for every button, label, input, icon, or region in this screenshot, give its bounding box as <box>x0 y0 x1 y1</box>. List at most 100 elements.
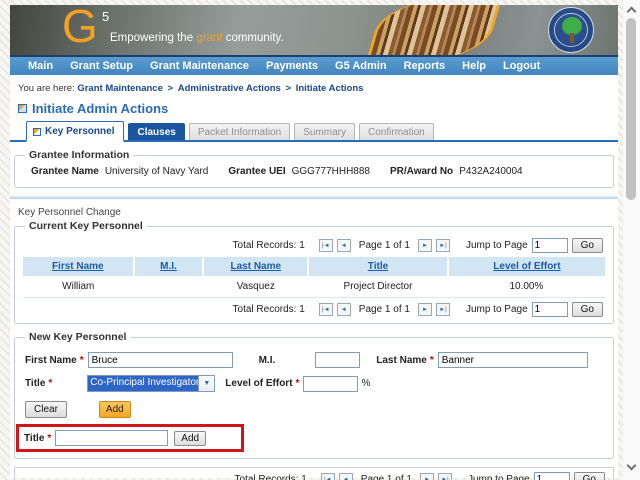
go-button[interactable]: Go <box>571 302 603 317</box>
add-button[interactable]: Add <box>98 401 131 418</box>
next-page-button[interactable]: ► <box>417 303 432 316</box>
breadcrumb-prefix: You are here: <box>18 83 75 94</box>
jump-to-page-label: Jump to Page <box>465 304 528 315</box>
seal-trunk <box>570 33 574 43</box>
prev-page-button[interactable]: ◄ <box>336 303 351 316</box>
page-scrollbar[interactable] <box>623 0 640 480</box>
next-page-button[interactable]: ► <box>417 239 432 252</box>
mi-label: M.I. <box>258 354 276 366</box>
main-navbar: Main Grant Setup Grant Maintenance Payme… <box>10 55 618 75</box>
nav-item-g5-admin[interactable]: G5 Admin <box>335 60 387 72</box>
scrollbar-thumb[interactable] <box>626 18 636 200</box>
breadcrumb-separator: > <box>285 83 292 94</box>
first-page-button[interactable]: |◄ <box>318 239 333 252</box>
scroll-down-icon[interactable] <box>626 460 637 471</box>
title-label: Title <box>25 378 46 389</box>
last-name-input[interactable] <box>437 352 588 368</box>
total-records-label: Total Records: 1 <box>234 474 307 480</box>
new-key-personnel-legend: New Key Personnel <box>29 331 127 343</box>
nav-item-help[interactable]: Help <box>462 60 486 72</box>
mi-input[interactable] <box>315 352 361 368</box>
required-asterisk: * <box>79 354 84 366</box>
page-title-icon <box>18 104 27 113</box>
page-indicator: Page 1 of 1 <box>358 304 410 315</box>
clear-button[interactable]: Clear <box>25 401 67 418</box>
last-page-button[interactable]: ►| <box>435 239 450 252</box>
column-header-title[interactable]: Title <box>368 261 388 272</box>
nav-item-grant-setup[interactable]: Grant Setup <box>70 60 133 72</box>
tab-key-personnel-icon <box>33 127 41 136</box>
pagination-bar: Total Records: 1 |◄ ◄ Page 1 of 1 ► ►| J… <box>23 298 605 317</box>
page-title: Initiate Admin Actions <box>32 101 169 116</box>
last-name-label: Last Name <box>376 354 427 366</box>
grantee-uei-label: Grantee UEI <box>228 166 286 177</box>
breadcrumb-separator: > <box>167 83 174 94</box>
tab-packet-information[interactable]: Packet Information <box>188 123 291 140</box>
first-page-button[interactable]: |◄ <box>318 303 333 316</box>
first-name-label: First Name <box>25 354 77 366</box>
cell-mi <box>133 276 204 298</box>
breadcrumb-grant-maintenance[interactable]: Grant Maintenance <box>77 83 163 94</box>
level-of-effort-input[interactable] <box>303 375 359 392</box>
tagline-grant: grant <box>196 32 223 44</box>
cell-last-name: Vasquez <box>203 276 309 298</box>
jump-to-page-input[interactable] <box>533 472 570 480</box>
current-key-personnel-legend: Current Key Personnel <box>29 220 143 232</box>
nav-item-logout[interactable]: Logout <box>503 60 540 72</box>
title-select[interactable]: Co-Principal Investigator ▼ <box>87 375 216 392</box>
breadcrumb-initiate-actions[interactable]: Initiate Actions <box>296 83 364 94</box>
grantee-name-label: Grantee Name <box>31 166 99 177</box>
grantee-information-section: Grantee Information Grantee Name Univers… <box>14 149 614 188</box>
nav-item-reports[interactable]: Reports <box>404 60 446 72</box>
tab-key-personnel[interactable]: Key Personnel <box>26 121 125 142</box>
go-button[interactable]: Go <box>571 238 603 253</box>
column-header-mi[interactable]: M.I. <box>160 261 177 272</box>
breadcrumb-administrative-actions[interactable]: Administrative Actions <box>178 83 281 94</box>
current-key-personnel-table: First Name M.I. Last Name Title Level of… <box>23 257 605 298</box>
tab-clauses[interactable]: Clauses <box>128 123 185 140</box>
tab-confirmation[interactable]: Confirmation <box>359 123 434 140</box>
pagination-bar: Total Records: 1 |◄ ◄ Page 1 of 1 ► ►| J… <box>23 234 605 257</box>
prev-page-button[interactable]: ◄ <box>336 239 351 252</box>
cell-first-name: William <box>23 276 134 298</box>
scroll-up-icon[interactable] <box>626 6 637 17</box>
key-personnel-change-label: Key Personnel Change <box>18 207 121 218</box>
nav-item-main[interactable]: Main <box>28 60 53 72</box>
section-divider <box>10 196 618 199</box>
first-page-button[interactable]: |◄ <box>320 473 335 480</box>
grantee-name-value: University of Navy Yard <box>104 166 209 177</box>
next-page-button[interactable]: ► <box>419 473 434 480</box>
page-indicator: Page 1 of 1 <box>360 474 412 480</box>
column-header-level-of-effort[interactable]: Level of Effort <box>493 261 560 272</box>
current-key-personnel-section: Current Key Personnel Total Records: 1 |… <box>14 220 614 324</box>
title-select-value: Co-Principal Investigator <box>88 376 199 391</box>
last-page-button[interactable]: ►| <box>435 303 450 316</box>
jump-to-page-input[interactable] <box>531 238 568 253</box>
tab-summary[interactable]: Summary <box>294 123 356 140</box>
page-title-row: Initiate Admin Actions <box>18 101 618 116</box>
jump-to-page-input[interactable] <box>531 302 568 317</box>
chevron-down-icon[interactable]: ▼ <box>198 376 215 391</box>
add-title-button[interactable]: Add <box>174 430 207 446</box>
annotation-highlight-box: Title * Add <box>16 424 245 452</box>
g5-application-page: G 5 Empowering the grant community. Main… <box>10 5 618 480</box>
g5-logo: G <box>62 5 98 52</box>
nav-item-grant-maintenance[interactable]: Grant Maintenance <box>150 60 249 72</box>
cell-level-of-effort: 10.00% <box>447 276 605 298</box>
level-of-effort-label: Level of Effort <box>225 378 293 389</box>
required-asterisk: * <box>295 378 300 389</box>
header-banner: G 5 Empowering the grant community. <box>10 5 618 55</box>
column-header-last-name[interactable]: Last Name <box>230 261 281 272</box>
tagline-pre: Empowering the <box>110 32 197 44</box>
new-key-personnel-section: New Key Personnel First Name * M.I. Last… <box>14 331 614 459</box>
column-header-first-name[interactable]: First Name <box>52 261 104 272</box>
new-title-label: Title <box>24 432 45 444</box>
jump-to-page-label: Jump to Page <box>467 474 530 480</box>
prev-page-button[interactable]: ◄ <box>338 473 353 480</box>
last-page-button[interactable]: ►| <box>437 473 452 480</box>
go-button[interactable]: Go <box>573 472 605 480</box>
new-title-input[interactable] <box>55 430 169 446</box>
first-name-input[interactable] <box>87 352 233 368</box>
grantee-information-legend: Grantee Information <box>29 149 130 161</box>
nav-item-payments[interactable]: Payments <box>266 60 318 72</box>
